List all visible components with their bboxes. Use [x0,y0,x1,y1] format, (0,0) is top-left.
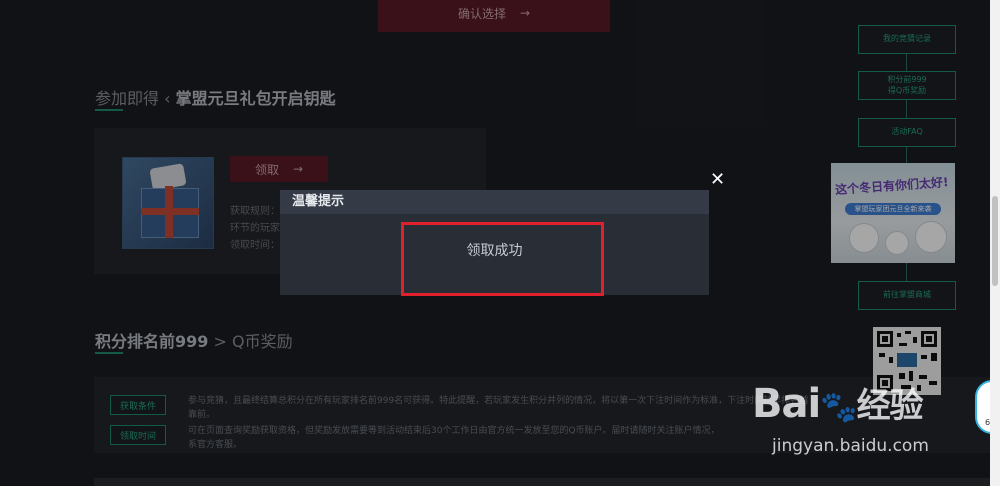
scrollbar-thumb[interactable] [992,196,998,286]
close-icon[interactable]: ✕ [710,171,725,189]
dialog-title: 温馨提示 [280,190,709,214]
baidu-jingyan-watermark: Bai🐾经验 jingyan.baidu.com [752,381,929,456]
scrollbar[interactable] [990,0,1000,486]
page-background: 确认选择 → 参加即得 ‹ 掌盟元旦礼包开启钥匙 领取 → 获取规则： 环节的玩… [0,0,990,486]
highlight-box [401,222,604,296]
